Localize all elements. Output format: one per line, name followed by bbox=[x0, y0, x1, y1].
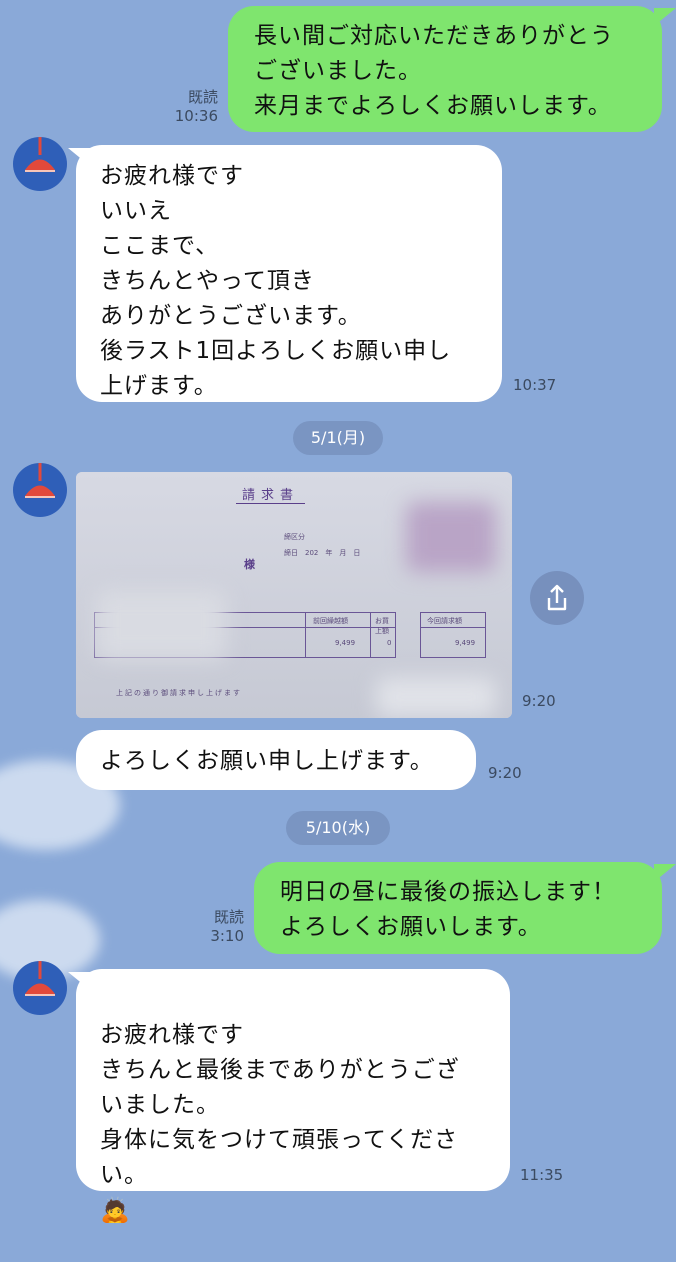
invoice-photo-message[interactable]: 請求書 締区分 締日 202 年 月 日 様 前回繰越額 お買上額 9,499 … bbox=[76, 472, 512, 718]
read-receipt: 既読 3:10 bbox=[186, 908, 244, 946]
bubble-tail bbox=[68, 148, 90, 166]
message-time: 9:20 bbox=[488, 764, 522, 782]
invoice-title: 請求書 bbox=[236, 484, 306, 504]
invoice-shimebi-label: 締区分 bbox=[284, 533, 305, 541]
table-divider bbox=[305, 613, 306, 657]
contact-avatar[interactable] bbox=[13, 137, 67, 191]
received-message-bubble[interactable]: お疲れ様です いいえ ここまで、 きちんとやって頂き ありがとうございます。 後… bbox=[76, 145, 502, 402]
bubble-tail bbox=[654, 8, 676, 26]
date-separator: 5/10(水) bbox=[286, 811, 390, 845]
invoice-date-label: 締日 202 年 月 日 bbox=[284, 549, 361, 557]
bowing-person-emoji: 🙇 bbox=[100, 1196, 131, 1224]
bubble-tail bbox=[654, 864, 676, 882]
invoice-footer: 上記の通り御請求申し上げます bbox=[116, 689, 242, 697]
invoice-honorific: 様 bbox=[244, 558, 255, 571]
contact-avatar[interactable] bbox=[13, 961, 67, 1015]
contact-avatar[interactable] bbox=[13, 463, 67, 517]
invoice-col-prev: 前回繰越額 bbox=[313, 617, 348, 625]
invoice-val-total: 9,499 bbox=[455, 639, 476, 647]
sent-message-bubble[interactable]: 長い間ご対応いただきありがとう ございました。 来月までよろしくお願いします。 bbox=[228, 6, 662, 132]
message-text: お疲れ様です きちんと最後までありがとうござ いました。 身体に気をつけて頑張っ… bbox=[100, 1022, 460, 1188]
invoice-total-box: 今回請求額 9,499 bbox=[420, 612, 486, 658]
red-pendant-lamp-icon bbox=[25, 961, 55, 996]
invoice-col-total: 今回請求額 bbox=[427, 617, 462, 625]
invoice-col-buy: お買上額 bbox=[375, 617, 389, 635]
table-divider bbox=[421, 627, 485, 628]
share-icon bbox=[547, 584, 567, 611]
share-button[interactable] bbox=[530, 571, 584, 625]
received-message-bubble[interactable]: よろしくお願い申し上げます。 bbox=[76, 730, 476, 790]
table-divider bbox=[370, 613, 371, 657]
read-receipt: 既読 10:36 bbox=[160, 88, 218, 126]
message-time: 10:36 bbox=[174, 107, 218, 125]
received-message-bubble[interactable]: お疲れ様です きちんと最後までありがとうござ いました。 身体に気をつけて頑張っ… bbox=[76, 969, 510, 1224]
message-time: 11:35 bbox=[520, 1166, 564, 1184]
invoice-val-buy: 0 bbox=[387, 639, 392, 647]
read-label: 既読 bbox=[213, 908, 244, 926]
invoice-val-prev: 9,499 bbox=[335, 639, 356, 647]
message-time: 3:10 bbox=[210, 927, 244, 945]
bubble-tail bbox=[68, 972, 90, 990]
red-pendant-lamp-icon bbox=[25, 137, 55, 172]
message-time: 10:37 bbox=[513, 376, 557, 394]
read-label: 既読 bbox=[187, 88, 218, 106]
sent-message-bubble[interactable]: 明日の昼に最後の振込します！ よろしくお願いします。 bbox=[254, 862, 662, 954]
privacy-blur bbox=[96, 590, 226, 660]
privacy-blur bbox=[376, 677, 496, 717]
date-separator: 5/1(月) bbox=[293, 421, 383, 455]
message-time: 9:20 bbox=[522, 692, 556, 710]
red-pendant-lamp-icon bbox=[25, 463, 55, 498]
privacy-blur bbox=[406, 502, 496, 572]
